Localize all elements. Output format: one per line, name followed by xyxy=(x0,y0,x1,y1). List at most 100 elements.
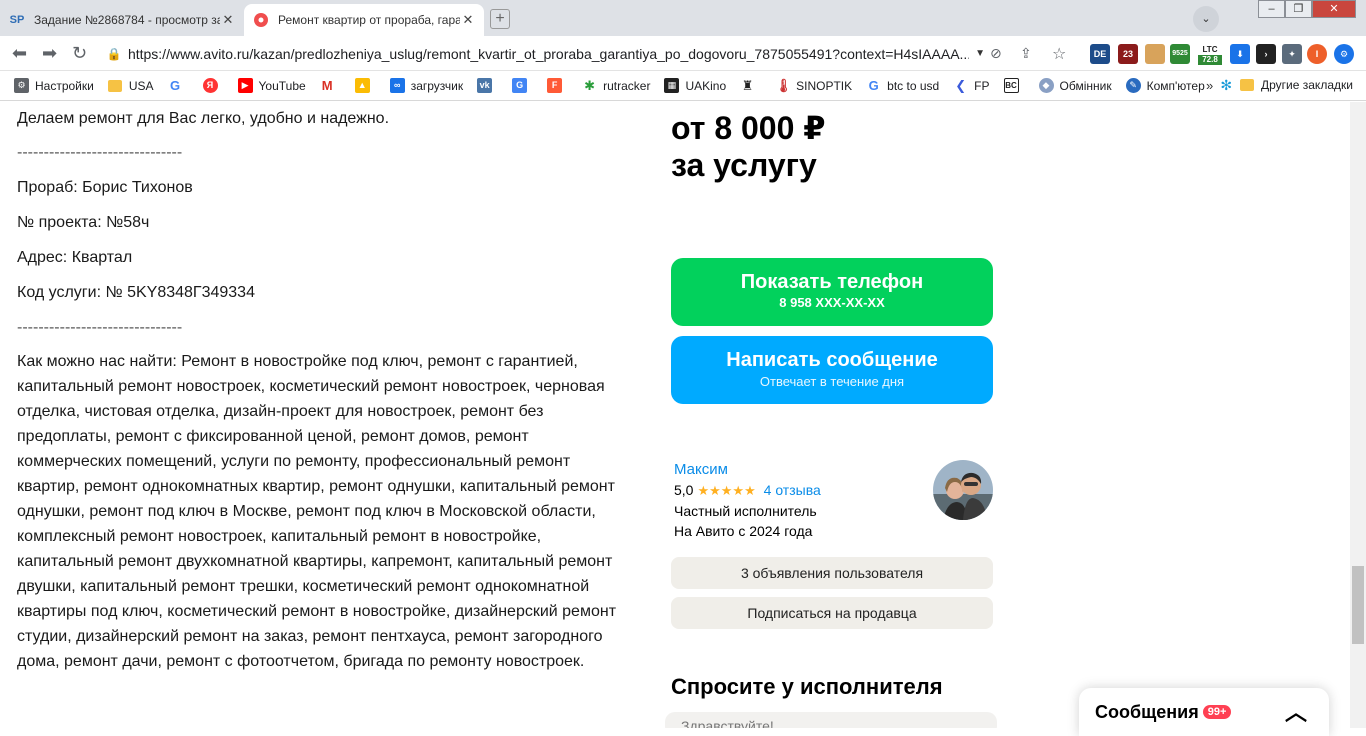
seller-name[interactable]: Максим xyxy=(674,460,821,480)
bookmark-youtube[interactable]: ▶ YouTube xyxy=(237,78,306,93)
back-icon[interactable]: ⬅ xyxy=(12,43,27,64)
seller-listings-button[interactable]: 3 объявления пользователя xyxy=(671,557,993,589)
ask-seller-input[interactable]: Здравствуйте! xyxy=(665,712,997,728)
bookmark-uakino[interactable]: ▦ UAKino xyxy=(664,78,726,93)
price-unit: за услугу xyxy=(671,147,817,183)
new-tab-button[interactable]: + xyxy=(490,9,510,29)
scrollbar-thumb[interactable] xyxy=(1352,566,1364,644)
share-icon[interactable]: ⇪ xyxy=(1020,45,1032,62)
btc-price-icon[interactable]: 9525 xyxy=(1170,44,1190,64)
subscribe-seller-button[interactable]: Подписаться на продавца xyxy=(671,597,993,629)
chevron-up-icon[interactable]: ︿ xyxy=(1285,695,1307,727)
seller-type: Частный исполнитель xyxy=(674,503,817,519)
de-extension-icon[interactable]: DE xyxy=(1090,44,1110,64)
bookmark-btc-usd[interactable]: Gbtc to usd xyxy=(866,78,939,93)
youtube-icon: ▶ xyxy=(237,78,253,93)
bookmark-vk[interactable]: vk xyxy=(477,78,498,93)
url-text[interactable]: https://www.avito.ru/kazan/predlozheniya… xyxy=(128,46,969,62)
page-scrollbar[interactable] xyxy=(1350,102,1366,728)
write-message-button[interactable]: Написать сообщение Отвечает в течение дн… xyxy=(671,336,993,404)
show-phone-button[interactable]: Показать телефон 8 958 XXX-XX-XX xyxy=(671,258,993,326)
infinity-icon: ∞ xyxy=(389,78,405,93)
minimize-button[interactable]: – xyxy=(1258,0,1285,18)
bookmark-yandex[interactable]: Я xyxy=(202,78,224,93)
intro-text: Делаем ремонт для Вас легко, удобно и на… xyxy=(17,110,390,127)
profile-avatar[interactable]: I xyxy=(1307,44,1327,64)
bookmark-label: USA xyxy=(128,78,154,93)
fp-icon: ❮ xyxy=(953,78,969,93)
close-tab-icon[interactable]: ✕ xyxy=(220,12,236,28)
forward-icon[interactable]: ➡ xyxy=(42,43,57,64)
bookmark-translate[interactable]: G xyxy=(512,78,533,93)
bookmark-bc[interactable]: BC xyxy=(1003,78,1025,93)
reviews-link[interactable]: 4 отзыва xyxy=(764,482,821,498)
write-message-label: Написать сообщение xyxy=(726,349,938,371)
other-bookmarks[interactable]: Другие закладки xyxy=(1240,78,1353,92)
seller-info: Максим 5,0 ★★★★★ 4 отзыва Частный исполни… xyxy=(674,460,821,541)
extension-23-icon[interactable]: 23 xyxy=(1118,44,1138,64)
seller-avatar[interactable] xyxy=(933,460,993,520)
bookmark-drive[interactable]: ▲ xyxy=(354,78,376,93)
divider-line: ------------------------------- xyxy=(17,319,183,336)
bookmark-f[interactable]: F xyxy=(547,78,568,93)
foreman-text: Прораб: Борис Тихонов xyxy=(17,179,193,196)
messages-label: Сообщения xyxy=(1095,701,1199,722)
seller-since: На Авито с 2024 года xyxy=(674,523,813,539)
bookmark-snowflake[interactable]: ✻ xyxy=(1218,78,1240,93)
tab-task[interactable]: SP Задание №2868784 - просмотр за ✕ xyxy=(0,4,244,36)
extension-dark-icon[interactable]: › xyxy=(1256,44,1276,64)
download-icon[interactable]: ⬇ xyxy=(1230,44,1250,64)
rating-stars-icon: ★★★★★ xyxy=(697,483,756,498)
vk-icon: vk xyxy=(477,78,493,93)
ltc-value: 72.8 xyxy=(1198,55,1222,65)
bookmark-exchanger[interactable]: ◆ Обмінник xyxy=(1038,78,1112,93)
tab-search-icon[interactable]: ⌄ xyxy=(1193,6,1219,32)
bookmark-sinoptik[interactable]: 🌡 SINOPTIK xyxy=(775,78,852,93)
bookmark-star-icon[interactable]: ☆ xyxy=(1052,44,1066,64)
menu-extension-icon[interactable]: ⚙ xyxy=(1334,44,1354,64)
ask-seller-title: Спросите у исполнителя xyxy=(671,674,943,699)
bookmark-downloader[interactable]: ∞ загрузчик xyxy=(389,78,464,93)
bookmark-computer[interactable]: ✎ Комп'ютер xyxy=(1125,78,1205,93)
close-tab-icon[interactable]: ✕ xyxy=(460,12,476,28)
blocked-icon[interactable]: ⊘ xyxy=(990,45,1002,62)
response-time: Отвечает в течение дня xyxy=(759,374,905,389)
thermometer-icon: 🌡 xyxy=(775,78,792,93)
bookmark-fp[interactable]: ❮ FP xyxy=(953,78,990,93)
address-bar[interactable]: 🔒 https://www.avito.ru/kazan/predlozheni… xyxy=(100,40,985,67)
show-phone-label: Показать телефон xyxy=(740,271,924,293)
bookmark-gmail[interactable]: M xyxy=(319,78,341,93)
bookmarks-more-icon[interactable]: » xyxy=(1206,78,1213,93)
bookmark-usa[interactable]: USA xyxy=(107,78,154,93)
maximize-button[interactable]: ❐ xyxy=(1285,0,1312,18)
messages-widget[interactable]: Сообщения 99+ ︿ xyxy=(1079,688,1329,736)
bookmark-settings[interactable]: ⚙ Настройки xyxy=(14,78,94,93)
window-close-button[interactable]: ✕ xyxy=(1312,0,1356,18)
bookmark-google[interactable]: G xyxy=(167,78,189,93)
tab-avito[interactable]: Ремонт квартир от прораба, гара ✕ xyxy=(244,4,484,36)
computer-icon: ✎ xyxy=(1125,78,1141,93)
gmail-icon: M xyxy=(319,78,335,93)
reload-icon[interactable]: ↻ xyxy=(72,43,87,64)
google-icon: G xyxy=(167,78,183,93)
tab-title: Задание №2868784 - просмотр за xyxy=(34,13,220,27)
bookmark-rutracker[interactable]: ✱ rutracker xyxy=(582,78,650,93)
rating-value: 5,0 xyxy=(674,482,694,498)
puzzle-icon[interactable]: ✦ xyxy=(1282,44,1302,64)
extension-face-icon[interactable] xyxy=(1145,44,1165,64)
search-keywords-text: Как можно нас найти: Ремонт в новостройк… xyxy=(17,353,617,670)
page-content: Делаем ремонт для Вас легко, удобно и на… xyxy=(0,102,1350,728)
google-icon: G xyxy=(866,78,882,93)
bookmark-figure[interactable]: ♜ xyxy=(740,78,761,93)
bookmark-label: загрузчик xyxy=(410,78,464,93)
ltc-price-icon[interactable]: LTC 72.8 xyxy=(1198,44,1222,65)
rutracker-icon: ✱ xyxy=(582,78,598,93)
bc-icon: BC xyxy=(1003,78,1019,93)
bookmark-label: UAKino xyxy=(685,78,727,93)
folder-icon xyxy=(1240,79,1254,91)
service-code-text: Код услуги: № 5KY8348Г349334 xyxy=(17,284,255,301)
url-dropdown-icon[interactable]: ▼ xyxy=(975,48,985,59)
gear-icon: ⚙ xyxy=(14,78,29,93)
lock-icon[interactable]: 🔒 xyxy=(100,47,128,61)
bookmark-label: FP xyxy=(974,78,990,93)
